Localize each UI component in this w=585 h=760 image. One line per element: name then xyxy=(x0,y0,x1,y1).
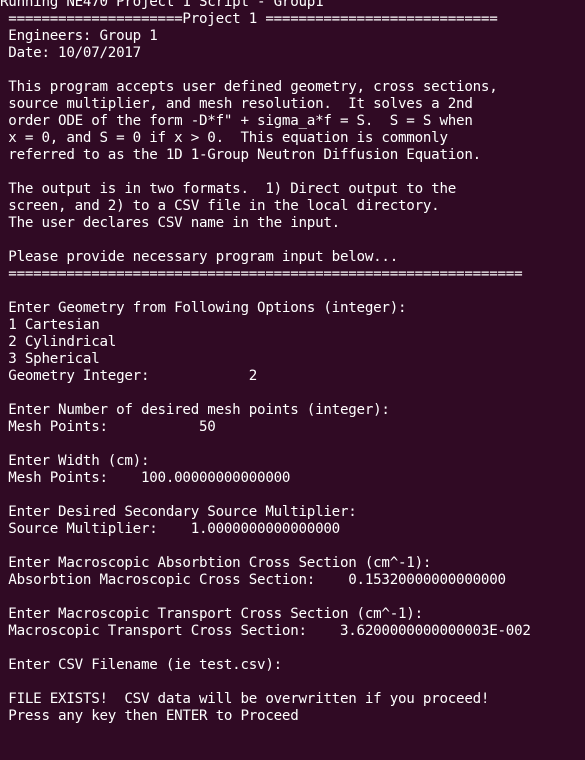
terminal-line: referred to as the 1D 1-Group Neutron Di… xyxy=(0,147,481,163)
terminal-line: Enter Macroscopic Transport Cross Sectio… xyxy=(0,606,423,622)
terminal-line: Mesh Points: 100.00000000000000 xyxy=(0,470,291,486)
terminal-line: The output is in two formats. 1) Direct … xyxy=(0,181,457,197)
terminal-line: x = 0, and S = 0 if x > 0. This equation… xyxy=(0,130,448,146)
terminal-line: source multiplier, and mesh resolution. … xyxy=(0,96,473,112)
terminal-line: ========================================… xyxy=(0,266,523,282)
terminal-window[interactable]: Running NE470 Project 1 Script - Group1 … xyxy=(0,0,585,760)
terminal-line: Enter Number of desired mesh points (int… xyxy=(0,402,390,418)
terminal-line: Source Multiplier: 1.0000000000000000 xyxy=(0,521,340,537)
terminal-line: Absorbtion Macroscopic Cross Section: 0.… xyxy=(0,572,506,588)
terminal-line: =====================Project 1 =========… xyxy=(0,11,498,27)
terminal-line: This program accepts user defined geomet… xyxy=(0,79,498,95)
terminal-title-line: Running NE470 Project 1 Script - Group1 xyxy=(0,0,324,10)
terminal-line: Mesh Points: 50 xyxy=(0,419,216,435)
terminal-line: Please provide necessary program input b… xyxy=(0,249,398,265)
terminal-line: FILE EXISTS! CSV data will be overwritte… xyxy=(0,691,490,707)
terminal-line: Engineers: Group 1 xyxy=(0,28,158,44)
terminal-line: Enter Desired Secondary Source Multiplie… xyxy=(0,504,357,520)
terminal-line: Enter Width (cm): xyxy=(0,453,150,469)
terminal-line: The user declares CSV name in the input. xyxy=(0,215,340,231)
terminal-line: Date: 10/07/2017 xyxy=(0,45,141,61)
terminal-line: Macroscopic Transport Cross Section: 3.6… xyxy=(0,623,531,639)
terminal-line: 2 Cylindrical xyxy=(0,334,117,350)
terminal-line: Enter Macroscopic Absorbtion Cross Secti… xyxy=(0,555,432,571)
terminal-line: 3 Spherical xyxy=(0,351,100,367)
terminal-line: Enter CSV Filename (ie test.csv): xyxy=(0,657,282,673)
terminal-line: Enter Geometry from Following Options (i… xyxy=(0,300,407,316)
terminal-line: screen, and 2) to a CSV file in the loca… xyxy=(0,198,440,214)
terminal-line: Geometry Integer: 2 xyxy=(0,368,258,384)
terminal-line: order ODE of the form -D*f" + sigma_a*f … xyxy=(0,113,473,129)
terminal-line: 1 Cartesian xyxy=(0,317,100,333)
terminal-line: Press any key then ENTER to Proceed xyxy=(0,708,299,724)
